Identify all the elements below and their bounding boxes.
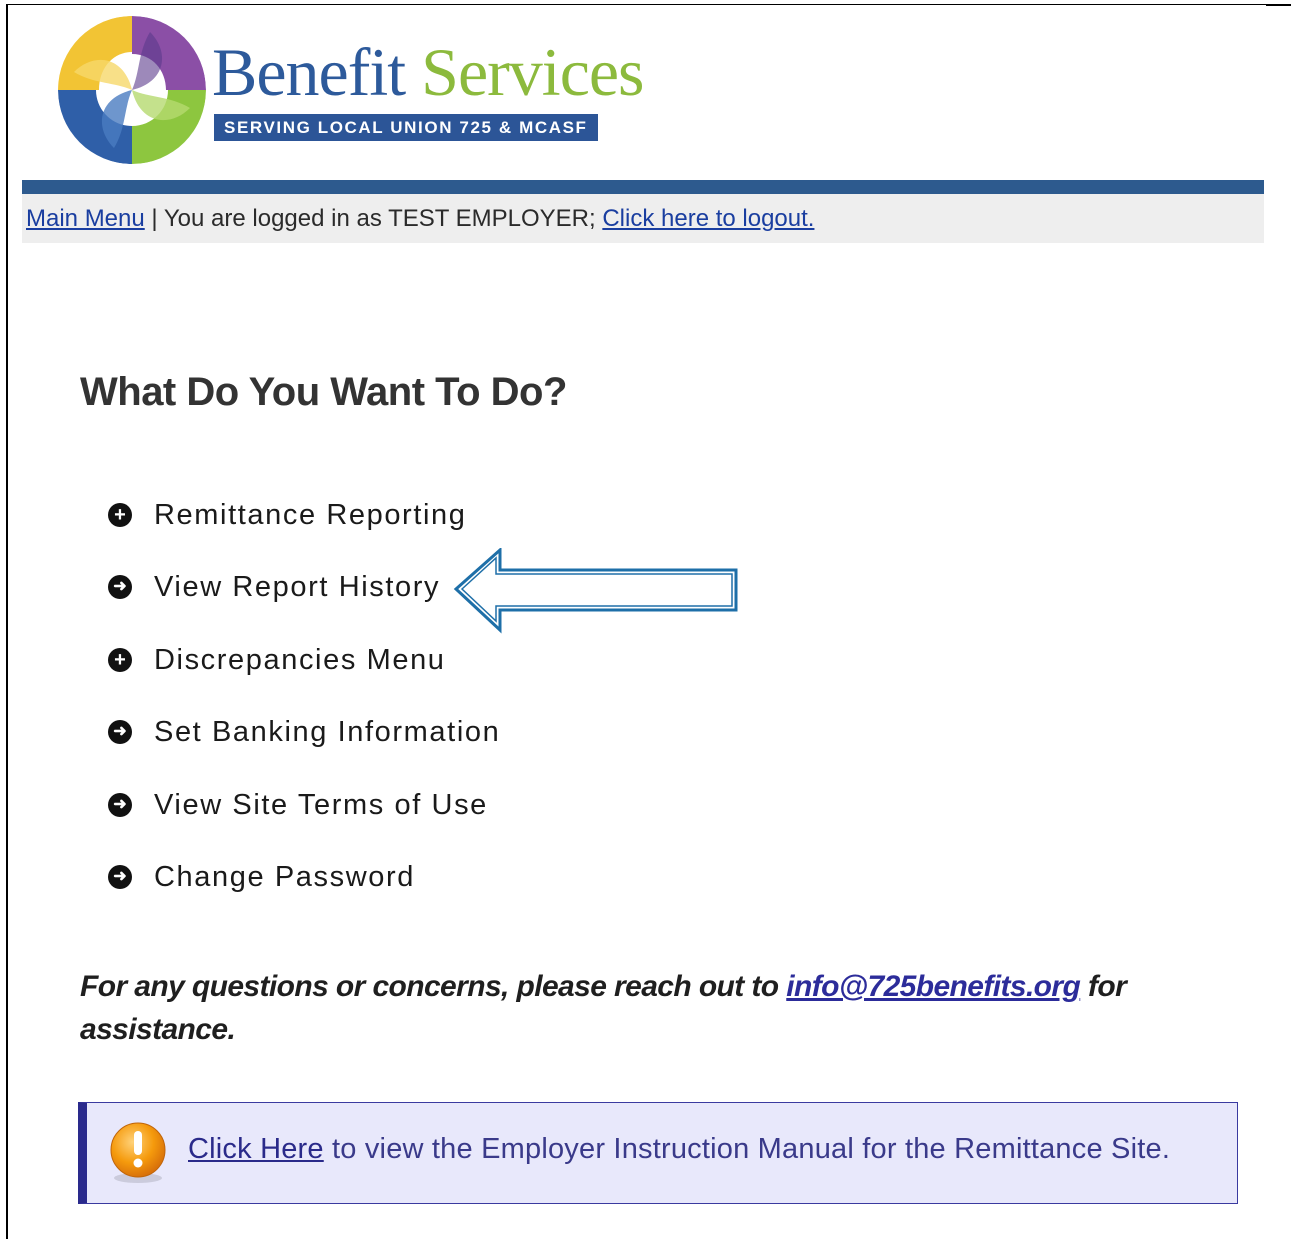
logo-emblem-icon	[58, 16, 206, 164]
site-logo[interactable]: Benefit Services SERVING LOCAL UNION 725…	[54, 12, 734, 172]
help-message: For any questions or concerns, please re…	[80, 965, 1230, 1051]
arrow-right-circle-icon: ➜	[108, 792, 132, 817]
header-divider-bar	[22, 180, 1264, 194]
notice-message: Click Here to view the Employer Instruct…	[188, 1133, 1170, 1166]
menu-item-label[interactable]: View Report History	[154, 568, 440, 606]
brand-tagline: SERVING LOCAL UNION 725 & MCASF	[214, 114, 598, 141]
arrow-right-circle-icon: ➜	[108, 720, 132, 745]
plus-circle-icon: +	[108, 503, 132, 527]
nav-separator: |	[144, 205, 164, 232]
menu-item-view-site-terms[interactable]: ➜ View Site Terms of Use	[108, 786, 500, 858]
menu-item-label[interactable]: Set Banking Information	[154, 713, 500, 751]
action-menu: + Remittance Reporting ➜ View Report His…	[108, 496, 500, 930]
notice-text: to view the Employer Instruction Manual …	[323, 1133, 1171, 1165]
help-text-before: For any questions or concerns, please re…	[80, 970, 787, 1003]
menu-item-change-password[interactable]: ➜ Change Password	[108, 858, 500, 930]
page-title: What Do You Want To Do?	[80, 370, 567, 414]
frame-border-left	[6, 4, 8, 1239]
logged-in-status: You are logged in as TEST EMPLOYER;	[163, 205, 603, 232]
exclamation-icon	[110, 1122, 166, 1183]
top-nav-bar: Main Menu | You are logged in as TEST EM…	[22, 194, 1264, 243]
frame-border-top	[6, 4, 1291, 5]
frame-border-tick	[1266, 4, 1291, 6]
menu-item-label[interactable]: Change Password	[154, 858, 415, 896]
arrow-right-circle-icon: ➜	[108, 864, 132, 889]
main-menu-link[interactable]: Main Menu	[26, 205, 145, 232]
manual-click-here-link[interactable]: Click Here	[188, 1133, 324, 1165]
menu-item-label[interactable]: Discrepancies Menu	[154, 641, 446, 679]
menu-item-label[interactable]: Remittance Reporting	[154, 496, 466, 534]
manual-notice: Click Here to view the Employer Instruct…	[78, 1102, 1238, 1204]
menu-item-label[interactable]: View Site Terms of Use	[154, 786, 488, 824]
brand-name: Benefit Services	[212, 32, 645, 112]
menu-item-set-banking-information[interactable]: ➜ Set Banking Information	[108, 713, 500, 785]
arrow-right-circle-icon: ➜	[108, 575, 132, 600]
brand-word-benefit: Benefit	[212, 34, 406, 110]
plus-circle-icon: +	[108, 647, 132, 672]
menu-item-discrepancies-menu[interactable]: + Discrepancies Menu	[108, 641, 500, 713]
brand-word-services: Services	[421, 34, 644, 110]
menu-item-view-report-history[interactable]: ➜ View Report History	[108, 568, 500, 640]
logout-link[interactable]: Click here to logout.	[602, 205, 814, 232]
support-email-link[interactable]: info@725benefits.org	[786, 970, 1081, 1003]
menu-item-remittance-reporting[interactable]: + Remittance Reporting	[108, 496, 500, 568]
left-arrow-callout-icon	[453, 548, 738, 634]
